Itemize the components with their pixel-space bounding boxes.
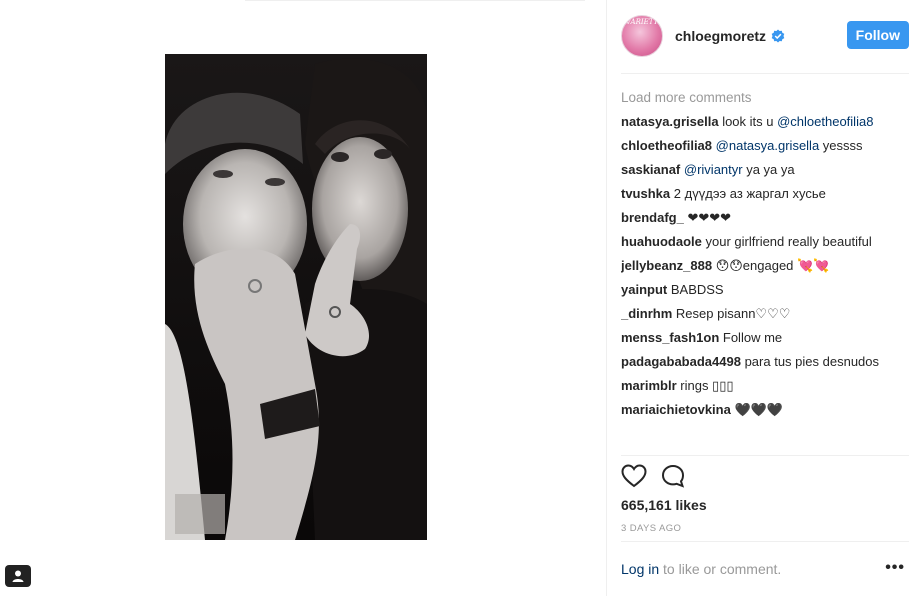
comment-username[interactable]: chloetheofilia8 xyxy=(621,138,712,153)
login-prompt-text: to like or comment. xyxy=(659,561,782,577)
comment-username[interactable]: mariaichietovkina xyxy=(621,402,731,417)
comment-icon[interactable] xyxy=(661,464,685,488)
comment-username[interactable]: natasya.grisella xyxy=(621,114,719,129)
comment-item: saskianaf @riviantyr ya ya ya xyxy=(621,161,897,179)
comment-mention-link[interactable]: @natasya.grisella xyxy=(716,138,820,153)
comment-item: huahuodaole your girlfriend really beaut… xyxy=(621,233,897,251)
comment-text: 😯😯engaged 💘💘 xyxy=(715,258,830,273)
verified-badge-icon xyxy=(771,29,785,43)
comment-text: 2 дүүдээ аз жаргал хусье xyxy=(673,186,826,201)
comment-text-tail: yessss xyxy=(819,138,863,153)
comment-username[interactable]: jellybeanz_888 xyxy=(621,258,712,273)
post-sidebar: VARIETY chloegmoretz Follow Load more co… xyxy=(606,0,909,596)
login-link[interactable]: Log in xyxy=(621,561,659,577)
comment-text: your girlfriend really beautiful xyxy=(705,234,872,249)
comment-item: menss_fash1on Follow me xyxy=(621,329,897,347)
comment-mention-link[interactable]: @chloetheofilia8 xyxy=(777,114,873,129)
follow-button[interactable]: Follow xyxy=(846,21,909,49)
media-pane xyxy=(0,0,604,596)
comments-list[interactable]: Load more comments natasya.grisella look… xyxy=(621,89,897,455)
comment-text-tail: ya ya ya xyxy=(742,162,795,177)
load-more-comments-link[interactable]: Load more comments xyxy=(621,89,897,107)
comment-text: BABDSS xyxy=(670,282,724,297)
comment-item: marimblr rings ▯▯▯ xyxy=(621,377,897,395)
comment-text: ❤❤❤❤ xyxy=(687,210,732,225)
heart-icon[interactable] xyxy=(621,464,647,488)
comment-text: para tus pies desnudos xyxy=(744,354,880,369)
likes-count[interactable]: 665,161 likes xyxy=(621,497,707,513)
comment-text: Follow me xyxy=(722,330,783,345)
comment-username[interactable]: marimblr xyxy=(621,378,677,393)
comment-item: yainput BABDSS xyxy=(621,281,897,299)
more-options-icon[interactable]: ••• xyxy=(885,559,905,577)
top-divider xyxy=(245,0,585,1)
comment-item: tvushka 2 дүүдээ аз жаргал хусье xyxy=(621,185,897,203)
comment-text: Resep pisann♡♡♡ xyxy=(675,306,791,321)
post-header: VARIETY chloegmoretz Follow xyxy=(621,15,909,57)
comment-username[interactable]: _dinrhm xyxy=(621,306,672,321)
comment-item: natasya.grisella look its u @chloetheofi… xyxy=(621,113,897,131)
comment-text: look its u xyxy=(722,114,778,129)
avatar[interactable]: VARIETY xyxy=(621,15,663,57)
comment-username[interactable]: padagababada4498 xyxy=(621,354,741,369)
user-tag-icon[interactable] xyxy=(5,565,31,587)
comment-footer: Log in to like or comment. ••• xyxy=(621,559,907,577)
comment-item: chloetheofilia8 @natasya.grisella yessss xyxy=(621,137,897,155)
footer-divider xyxy=(621,541,909,542)
header-divider xyxy=(621,73,909,74)
comment-text: rings ▯▯▯ xyxy=(680,378,734,393)
comment-username[interactable]: brendafg_ xyxy=(621,210,684,225)
comment-mention-link[interactable]: @riviantyr xyxy=(684,162,743,177)
post-timestamp[interactable]: 3 DAYS AGO xyxy=(621,523,681,534)
username-link[interactable]: chloegmoretz xyxy=(675,28,766,44)
comment-item: mariaichietovkina 🖤🖤🖤 xyxy=(621,401,897,419)
photo-image xyxy=(165,54,427,540)
comments-divider xyxy=(621,455,909,456)
comment-item: padagababada4498 para tus pies desnudos xyxy=(621,353,897,371)
comment-username[interactable]: huahuodaole xyxy=(621,234,702,249)
avatar-logo-text: VARIETY xyxy=(625,18,659,26)
comment-item: _dinrhm Resep pisann♡♡♡ xyxy=(621,305,897,323)
comment-text: 🖤🖤🖤 xyxy=(734,402,784,417)
post-photo[interactable] xyxy=(165,54,427,540)
comment-item: brendafg_ ❤❤❤❤ xyxy=(621,209,897,227)
comment-username[interactable]: yainput xyxy=(621,282,667,297)
action-bar xyxy=(621,462,699,490)
comment-username[interactable]: menss_fash1on xyxy=(621,330,719,345)
comment-item: jellybeanz_888 😯😯engaged 💘💘 xyxy=(621,257,897,275)
comment-username[interactable]: tvushka xyxy=(621,186,670,201)
comment-username[interactable]: saskianaf xyxy=(621,162,680,177)
